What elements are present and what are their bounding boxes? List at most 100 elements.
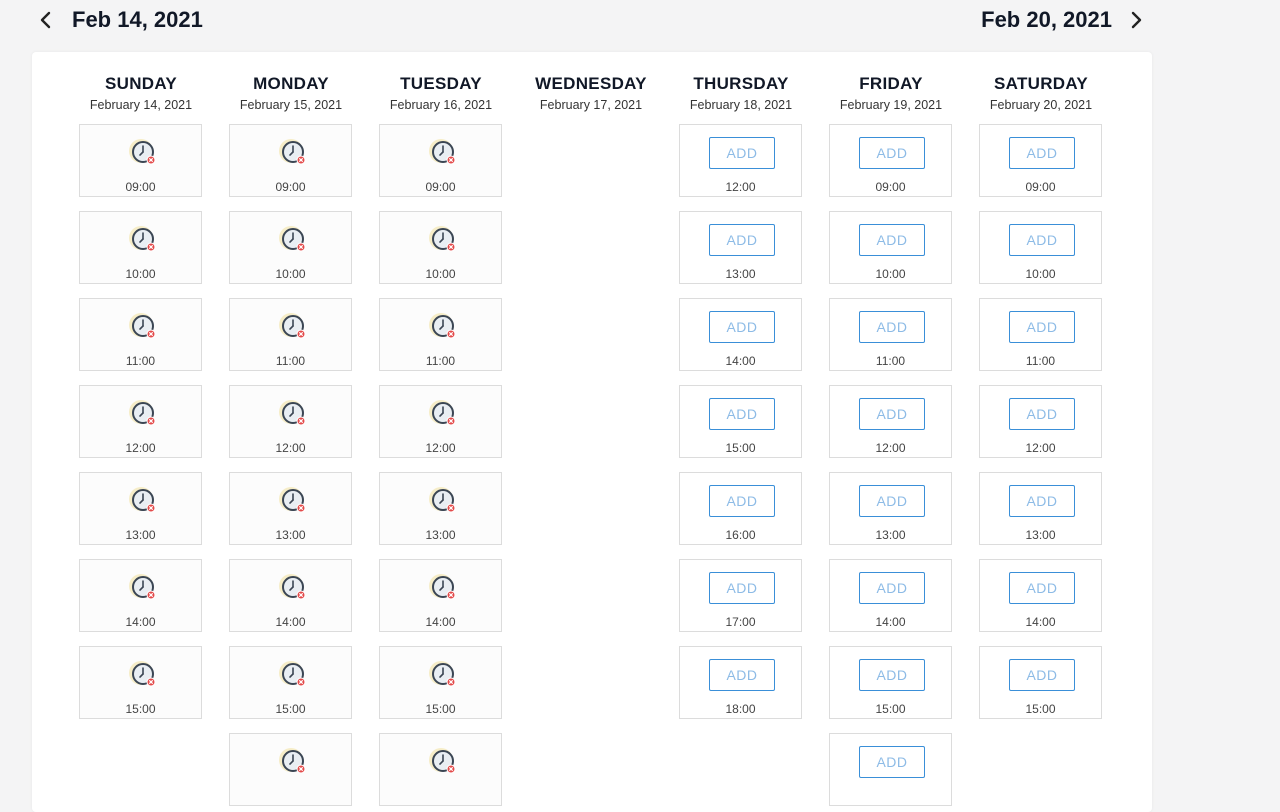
day-date: February 20, 2021 — [989, 98, 1093, 112]
next-week-button[interactable] — [1124, 8, 1148, 32]
clock-unavailable-icon — [129, 313, 156, 339]
clock-unavailable-icon — [129, 661, 156, 687]
add-slot-button[interactable]: ADD — [1009, 485, 1075, 517]
prev-week-button[interactable] — [34, 8, 58, 32]
day-header: SATURDAY February 20, 2021 — [976, 52, 1106, 124]
clock-unavailable-icon — [129, 487, 156, 513]
clock-unavailable-icon — [429, 226, 456, 252]
time-slot-available: ADD 18:00 — [679, 646, 802, 719]
slot-time: 12:00 — [1025, 441, 1056, 455]
slot-time: 10:00 — [125, 267, 156, 281]
slot-time: 09:00 — [275, 180, 306, 194]
time-slot-available: ADD 14:00 — [829, 559, 952, 632]
range-end-date: Feb 20, 2021 — [981, 7, 1112, 32]
add-slot-button[interactable]: ADD — [709, 572, 775, 604]
time-slot-unavailable: 14:00 — [79, 559, 202, 632]
add-slot-button[interactable]: ADD — [859, 659, 925, 691]
clock-unavailable-icon — [279, 400, 306, 426]
day-name: SATURDAY — [993, 74, 1089, 93]
slot-time: 15:00 — [275, 702, 306, 716]
slot-time: 10:00 — [875, 267, 906, 281]
add-slot-button[interactable]: ADD — [859, 137, 925, 169]
clock-unavailable-icon — [279, 748, 306, 774]
add-slot-button[interactable]: ADD — [1009, 659, 1075, 691]
day-column-friday: FRIDAY February 19, 2021 ADD 09:00 ADD 10:00 A… — [826, 52, 956, 806]
clock-unavailable-icon — [129, 574, 156, 600]
slot-time: 13:00 — [275, 528, 306, 542]
slot-time: 14:00 — [125, 615, 156, 629]
day-name: THURSDAY — [693, 74, 789, 93]
slot-time: 15:00 — [1025, 702, 1056, 716]
clock-unavailable-icon — [279, 574, 306, 600]
time-slot-available: ADD 10:00 — [979, 211, 1102, 284]
day-name: MONDAY — [253, 74, 329, 93]
day-header: FRIDAY February 19, 2021 — [826, 52, 956, 124]
add-slot-button[interactable]: ADD — [1009, 311, 1075, 343]
add-slot-button[interactable]: ADD — [859, 572, 925, 604]
slot-time: 14:00 — [725, 354, 756, 368]
slot-time: 13:00 — [1025, 528, 1056, 542]
time-slot-unavailable: 12:00 — [229, 385, 352, 458]
day-column-monday: MONDAY February 15, 2021 09:00 10:00 11:00 12… — [226, 52, 356, 806]
time-slot-available: ADD 12:00 — [979, 385, 1102, 458]
time-slot-unavailable: 11:00 — [379, 298, 502, 371]
time-slot-unavailable — [229, 733, 352, 806]
slot-time: 11:00 — [425, 354, 456, 368]
slot-time: 14:00 — [1025, 615, 1056, 629]
add-slot-button[interactable]: ADD — [709, 485, 775, 517]
time-slot-available: ADD 13:00 — [679, 211, 802, 284]
add-slot-button[interactable]: ADD — [1009, 224, 1075, 256]
add-slot-button[interactable]: ADD — [859, 224, 925, 256]
clock-unavailable-icon — [429, 400, 456, 426]
time-slot-unavailable: 10:00 — [229, 211, 352, 284]
clock-unavailable-icon — [429, 313, 456, 339]
day-column-wednesday: WEDNESDAY February 17, 2021 — [526, 52, 656, 124]
slot-time: 10:00 — [425, 267, 456, 281]
time-slot-unavailable — [379, 733, 502, 806]
day-header: WEDNESDAY February 17, 2021 — [526, 52, 656, 124]
chevron-left-icon — [40, 11, 51, 29]
time-slot-unavailable: 15:00 — [79, 646, 202, 719]
time-slot-unavailable: 12:00 — [379, 385, 502, 458]
time-slot-available: ADD 17:00 — [679, 559, 802, 632]
time-slot-available: ADD 12:00 — [829, 385, 952, 458]
add-slot-button[interactable]: ADD — [1009, 572, 1075, 604]
time-slot-unavailable: 10:00 — [79, 211, 202, 284]
slot-time: 11:00 — [875, 354, 906, 368]
clock-unavailable-icon — [429, 487, 456, 513]
clock-unavailable-icon — [429, 661, 456, 687]
day-header: SUNDAY February 14, 2021 — [76, 52, 206, 124]
slot-time: 14:00 — [275, 615, 306, 629]
clock-unavailable-icon — [129, 226, 156, 252]
slot-time: 15:00 — [125, 702, 156, 716]
slot-time: 15:00 — [875, 702, 906, 716]
add-slot-button[interactable]: ADD — [859, 746, 925, 778]
add-slot-button[interactable]: ADD — [709, 311, 775, 343]
add-slot-button[interactable]: ADD — [859, 485, 925, 517]
add-slot-button[interactable]: ADD — [709, 137, 775, 169]
day-name: FRIDAY — [859, 74, 923, 93]
time-slot-unavailable: 09:00 — [379, 124, 502, 197]
add-slot-button[interactable]: ADD — [1009, 398, 1075, 430]
add-slot-button[interactable]: ADD — [709, 659, 775, 691]
clock-unavailable-icon — [279, 226, 306, 252]
time-slot-available: ADD 13:00 — [829, 472, 952, 545]
add-slot-button[interactable]: ADD — [859, 311, 925, 343]
day-header: TUESDAY February 16, 2021 — [376, 52, 506, 124]
day-date: February 18, 2021 — [689, 98, 793, 112]
add-slot-button[interactable]: ADD — [1009, 137, 1075, 169]
add-slot-button[interactable]: ADD — [709, 398, 775, 430]
slot-time: 18:00 — [725, 702, 756, 716]
slot-time: 12:00 — [125, 441, 156, 455]
range-start-date: Feb 14, 2021 — [72, 7, 203, 32]
slot-time: 16:00 — [725, 528, 756, 542]
slot-time: 09:00 — [125, 180, 156, 194]
add-slot-button[interactable]: ADD — [859, 398, 925, 430]
time-slot-unavailable: 15:00 — [229, 646, 352, 719]
time-slot-unavailable: 11:00 — [79, 298, 202, 371]
slot-time: 11:00 — [1025, 354, 1056, 368]
day-name: SUNDAY — [104, 74, 178, 93]
time-slot-available: ADD 15:00 — [979, 646, 1102, 719]
add-slot-button[interactable]: ADD — [709, 224, 775, 256]
slot-time: 11:00 — [275, 354, 306, 368]
